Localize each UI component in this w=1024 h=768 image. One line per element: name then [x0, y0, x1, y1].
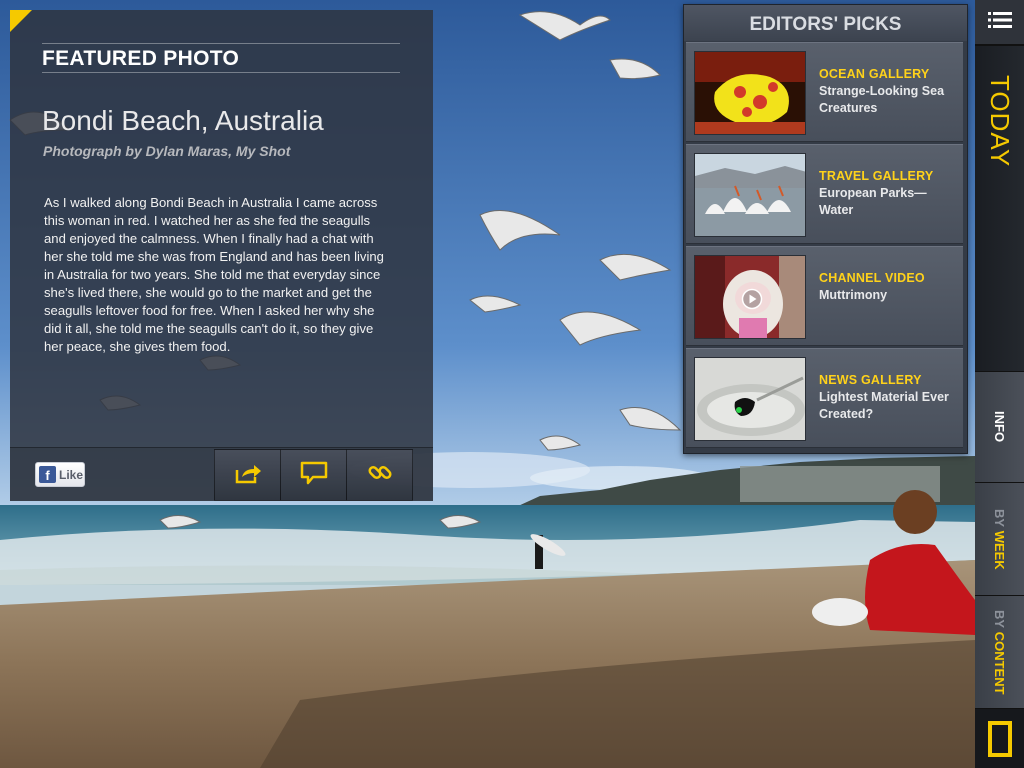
editors-picks-panel: EDITORS' PICKS OCEAN GALLERY Strange-Loo…	[683, 4, 968, 454]
photo-title: Bondi Beach, Australia	[42, 105, 324, 136]
tab-by-content-label: BY CONTENT	[992, 610, 1007, 695]
frogfish-thumbnail	[694, 51, 806, 135]
pick-item-channel-video[interactable]: CHANNEL VIDEO Muttrimony	[686, 246, 963, 346]
facebook-like-button[interactable]: f Like	[35, 462, 85, 487]
menu-button[interactable]	[975, 0, 1024, 45]
share-icon	[234, 462, 262, 489]
material-thumbnail	[694, 357, 806, 441]
pick-title: Muttrimony	[819, 288, 888, 302]
link-button[interactable]	[346, 449, 413, 501]
featured-heading: FEATURED PHOTO	[42, 43, 400, 73]
link-icon	[367, 460, 393, 491]
pick-title: European Parks—Water	[819, 186, 927, 217]
share-button[interactable]	[214, 449, 281, 501]
photo-description: As I walked along Bondi Beach in Austral…	[44, 195, 384, 354]
pick-category: TRAVEL GALLERY	[819, 169, 934, 183]
right-sidebar: TODAY INFO BY WEEK BY CONTENT	[975, 0, 1024, 768]
comment-icon	[299, 460, 329, 491]
dog-video-thumbnail	[694, 255, 806, 339]
pick-title: Lightest Material Ever Created?	[819, 390, 949, 421]
pick-category: OCEAN GALLERY	[819, 67, 930, 81]
tab-by-week[interactable]: BY WEEK	[975, 482, 1024, 595]
pick-item-ocean-gallery[interactable]: OCEAN GALLERY Strange-Looking Sea Creatu…	[686, 42, 963, 142]
corner-flag-icon	[10, 10, 32, 32]
tab-today[interactable]: TODAY	[975, 45, 1024, 371]
comment-button[interactable]	[280, 449, 347, 501]
pick-title: Strange-Looking Sea Creatures	[819, 84, 945, 115]
facebook-icon: f	[39, 466, 56, 483]
natgeo-logo-button[interactable]	[975, 708, 1024, 768]
tab-by-week-prefix: BY	[992, 508, 1007, 527]
pick-item-travel-gallery[interactable]: TRAVEL GALLERY European Parks—Water	[686, 144, 963, 244]
tab-by-content-text: CONTENT	[992, 631, 1007, 695]
pelicans-thumbnail	[694, 153, 806, 237]
tab-by-content[interactable]: BY CONTENT	[975, 595, 1024, 708]
tab-today-label: TODAY	[985, 74, 1015, 168]
list-menu-icon	[987, 11, 1012, 34]
like-label: Like	[59, 467, 84, 482]
photo-credit: Photograph by Dylan Maras, My Shot	[43, 143, 291, 159]
featured-photo-panel: FEATURED PHOTO Bondi Beach, Australia Ph…	[10, 10, 433, 501]
tab-by-content-prefix: BY	[992, 609, 1007, 628]
pick-category: NEWS GALLERY	[819, 373, 922, 387]
pick-category: CHANNEL VIDEO	[819, 271, 925, 285]
tab-by-week-label: BY WEEK	[992, 509, 1007, 570]
tab-info[interactable]: INFO	[975, 371, 1024, 482]
tab-by-week-text: WEEK	[992, 530, 1007, 570]
pick-item-news-gallery[interactable]: NEWS GALLERY Lightest Material Ever Crea…	[686, 348, 963, 448]
tab-info-label: INFO	[992, 411, 1007, 443]
featured-toolbar: f Like	[10, 447, 433, 501]
editors-picks-heading: EDITORS' PICKS	[684, 5, 967, 41]
play-icon	[741, 288, 763, 315]
natgeo-logo-icon	[987, 720, 1012, 757]
